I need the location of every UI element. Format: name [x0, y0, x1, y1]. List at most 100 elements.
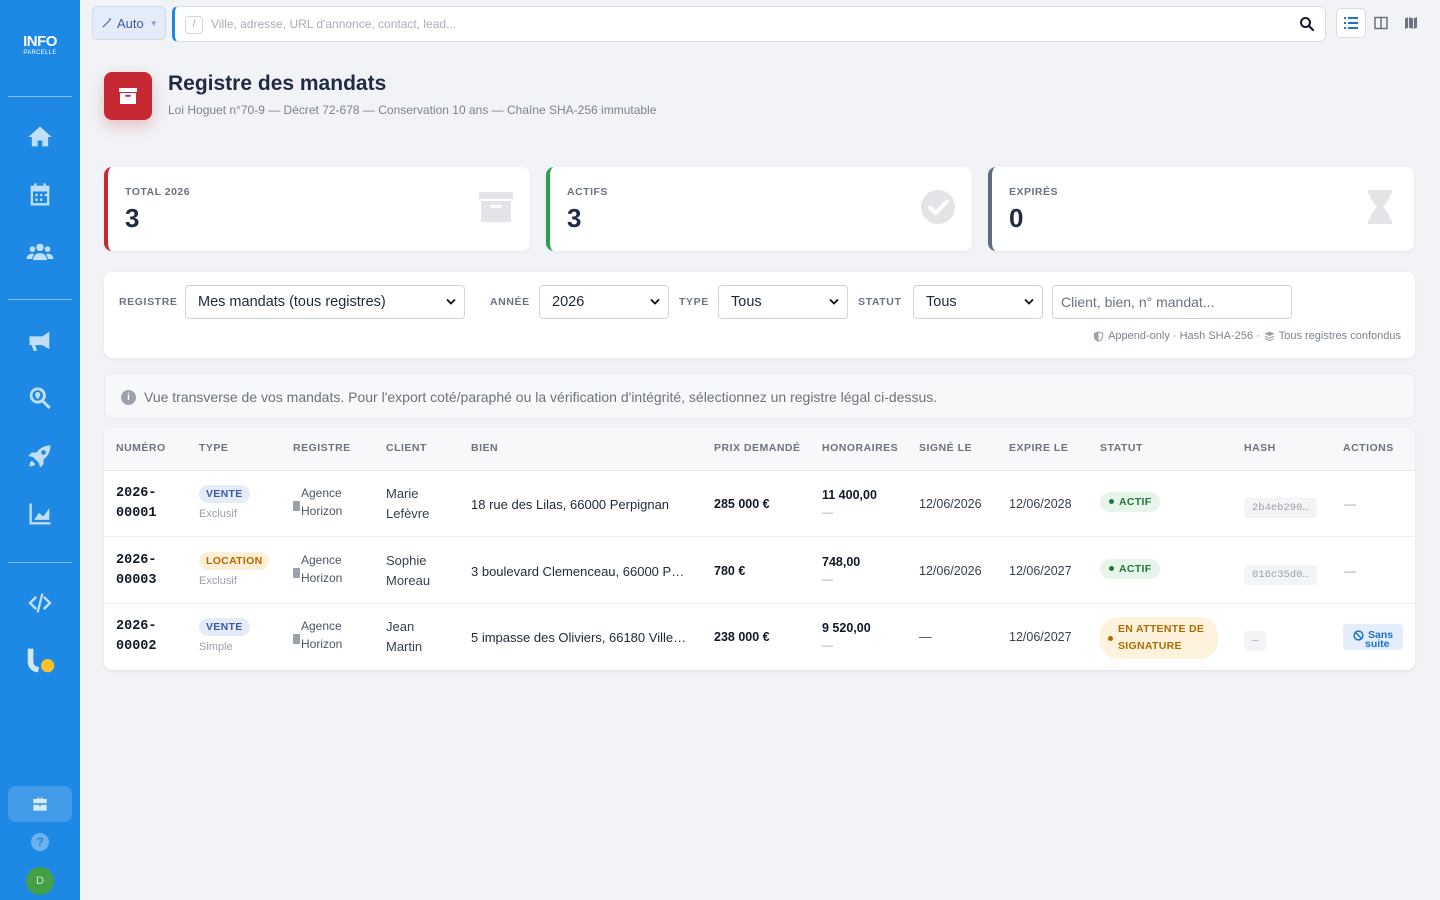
table-row[interactable]: 2026- 00002 VENTE Simple Agence Horizon … [104, 604, 1415, 670]
bien-address[interactable]: 5 impasse des Oliviers, 66180 Ville… [471, 630, 686, 645]
logo-main: INFO [23, 33, 57, 50]
registre-name-line2: Horizon [301, 504, 343, 518]
honoraires-value: 748,00 [822, 555, 861, 569]
sans-suite-button[interactable]: Sans suite [1343, 624, 1403, 650]
annee-select[interactable]: 2026 [539, 285, 669, 319]
list-icon [1344, 17, 1358, 29]
signe-date: 12/06/2026 [919, 497, 982, 511]
type-subtype: Exclusif [199, 508, 237, 520]
shortcut-key-hint: / [185, 16, 203, 34]
stat-card-expires: EXPIRÉS 0 [988, 167, 1414, 251]
sidebar-item-briefcase[interactable] [8, 786, 72, 822]
table-row[interactable]: 2026- 00001 VENTE Exclusif Agence Horizo… [104, 471, 1415, 537]
annee-select-value: 2026 [552, 294, 585, 310]
registre-select[interactable]: Mes mandats (tous registres) [185, 285, 465, 319]
status-label-line2: SIGNATURE [1118, 640, 1182, 652]
column-header-statut[interactable]: STATUT [1100, 442, 1143, 454]
bien-address[interactable]: 18 rue des Lilas, 66000 Perpignan [471, 497, 669, 512]
column-header-client[interactable]: CLIENT [386, 442, 427, 454]
column-header-honoraires[interactable]: HONORAIRES [822, 442, 898, 454]
brand-u-icon[interactable] [22, 642, 58, 678]
status-badge: ACTIF [1100, 491, 1161, 512]
client-cell[interactable]: Marie Lefèvre [386, 484, 429, 524]
megaphone-icon[interactable] [22, 323, 58, 359]
registre-name-line2: Horizon [301, 637, 343, 651]
column-header-registre[interactable]: REGISTRE [293, 442, 351, 454]
mandat-search-input[interactable] [1052, 285, 1292, 319]
type-badge: LOCATION [199, 552, 270, 570]
mandat-number: 2026- 00001 [116, 484, 157, 524]
registre-cell: Agence Horizon [293, 617, 343, 653]
hash-value: 2b4eb290… [1244, 498, 1317, 518]
location-search-icon[interactable] [22, 381, 58, 417]
hash-cell[interactable]: 016c35d0… [1244, 564, 1317, 585]
status-dot-icon [1109, 499, 1114, 504]
users-icon[interactable] [22, 234, 58, 270]
prix-demande: 780 € [714, 564, 746, 578]
mandat-number-year: 2026- [116, 619, 157, 634]
signe-date: 12/06/2026 [919, 564, 982, 578]
app-logo[interactable]: INFO PARCELLE [16, 34, 64, 62]
expire-date: 12/06/2028 [1009, 497, 1072, 511]
table-row[interactable]: 2026- 00003 LOCATION Exclusif Agence Hor… [104, 538, 1415, 604]
registre-select-value: Mes mandats (tous registres) [198, 294, 386, 310]
client-cell[interactable]: Jean Martin [386, 617, 422, 657]
client-cell[interactable]: Sophie Moreau [386, 551, 430, 591]
calendar-icon[interactable] [22, 177, 58, 213]
type-cell: VENTE Exclusif [199, 484, 250, 520]
column-header-type[interactable]: TYPE [199, 442, 228, 454]
bien-address[interactable]: 3 boulevard Clemenceau, 66000 P… [471, 564, 684, 579]
type-select[interactable]: Tous [718, 285, 848, 319]
type-badge: VENTE [199, 485, 250, 503]
chevron-down-icon [1024, 298, 1034, 305]
chart-area-icon[interactable] [22, 496, 58, 532]
column-header-signe[interactable]: SIGNÉ LE [919, 442, 972, 454]
column-header-numero[interactable]: NUMÉRO [116, 442, 166, 454]
stat-label: EXPIRÉS [1009, 186, 1059, 198]
hash-value: 016c35d0… [1244, 565, 1317, 585]
info-banner-text: Vue transverse de vos mandats. Pour l'ex… [144, 389, 938, 405]
mandats-table: NUMÉRO TYPE REGISTRE CLIENT BIEN PRIX DE… [104, 428, 1415, 670]
magic-wand-icon [102, 17, 112, 28]
statut-select-value: Tous [926, 294, 957, 310]
filter-label-type: TYPE [679, 296, 709, 308]
action-placeholder: — [1344, 497, 1356, 511]
hash-value: — [1244, 631, 1267, 651]
avatar[interactable]: D [26, 867, 54, 895]
map-view-button[interactable] [1396, 8, 1426, 38]
registre-name-line1: Agence [301, 553, 342, 567]
expire-date: 12/06/2027 [1009, 630, 1072, 644]
stat-value: 3 [125, 203, 140, 233]
building-icon [293, 501, 300, 511]
rocket-icon[interactable] [22, 438, 58, 474]
mode-label: Auto [117, 15, 144, 31]
info-icon: i [121, 390, 136, 405]
column-header-expire[interactable]: EXPIRE LE [1009, 442, 1068, 454]
client-firstname: Marie [386, 486, 419, 501]
help-icon[interactable]: ? [31, 833, 49, 851]
statut-select[interactable]: Tous [913, 285, 1043, 319]
column-header-actions: ACTIONS [1343, 442, 1394, 454]
column-header-hash[interactable]: HASH [1244, 442, 1276, 454]
home-icon[interactable] [22, 119, 58, 155]
type-subtype: Exclusif [199, 575, 237, 587]
mandat-number-seq: 00001 [116, 506, 157, 521]
list-view-button[interactable] [1336, 8, 1366, 38]
code-icon[interactable] [22, 585, 58, 621]
mandat-number-year: 2026- [116, 486, 157, 501]
chevron-down-icon [650, 298, 660, 305]
column-header-bien[interactable]: BIEN [471, 442, 498, 454]
status-label-line1: EN ATTENTE DE [1118, 623, 1205, 635]
honoraires-value: 11 400,00 [822, 488, 877, 502]
page-title: Registre des mandats [168, 72, 387, 95]
split-view-button[interactable] [1366, 8, 1396, 38]
expire-date: 12/06/2027 [1009, 564, 1072, 578]
filter-label-annee: ANNÉE [490, 296, 530, 308]
integrity-note: Append-only · Hash SHA-256 · [1108, 330, 1260, 342]
hash-cell[interactable]: 2b4eb290… [1244, 497, 1317, 518]
honoraires-cell: 9 520,00 — [822, 619, 871, 655]
mode-selector[interactable]: Auto ▼ [92, 6, 166, 40]
search-icon[interactable] [1299, 16, 1315, 32]
global-search-input[interactable] [211, 7, 1291, 41]
column-header-prix[interactable]: PRIX DEMANDÉ [714, 442, 801, 454]
